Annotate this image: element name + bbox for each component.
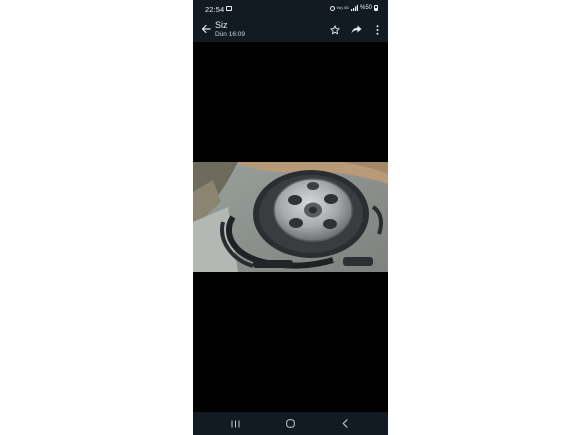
more-options-button[interactable]	[372, 23, 382, 36]
forward-button[interactable]	[350, 23, 363, 36]
spare-tire-photo	[193, 162, 388, 272]
status-bar: 22:54 Vo) 4G %50	[193, 0, 388, 17]
star-button[interactable]	[328, 23, 341, 36]
home-button[interactable]	[280, 416, 300, 431]
home-icon	[285, 419, 295, 428]
battery-icon	[374, 5, 378, 11]
media-viewer-toolbar: Siz Dün 16:09	[193, 17, 388, 42]
star-icon	[329, 24, 340, 34]
phone-screen: 22:54 Vo) 4G %50 Siz Dün 16:09	[193, 0, 388, 435]
contact-name: Siz	[215, 20, 228, 30]
recents-button[interactable]	[225, 416, 245, 431]
sender-info: Siz Dün 16:09	[215, 20, 245, 39]
back-button[interactable]	[199, 22, 213, 36]
gallery-icon	[226, 6, 232, 11]
signal-icon	[350, 5, 358, 11]
nav-back-button[interactable]	[335, 416, 355, 431]
media-image[interactable]	[193, 162, 388, 272]
system-nav-bar	[193, 412, 388, 435]
forward-icon	[351, 25, 362, 34]
more-vert-icon	[376, 24, 378, 35]
alarm-icon	[329, 5, 335, 11]
battery-percent: %50	[359, 5, 372, 11]
status-time: 22:54	[205, 5, 225, 14]
status-icons: Vo) 4G %50	[329, 5, 378, 11]
volte-label: Vo) 4G	[336, 5, 349, 10]
recents-icon	[231, 420, 239, 427]
message-timestamp: Dün 16:09	[215, 31, 245, 38]
back-arrow-icon	[201, 24, 211, 34]
back-icon	[342, 419, 348, 428]
